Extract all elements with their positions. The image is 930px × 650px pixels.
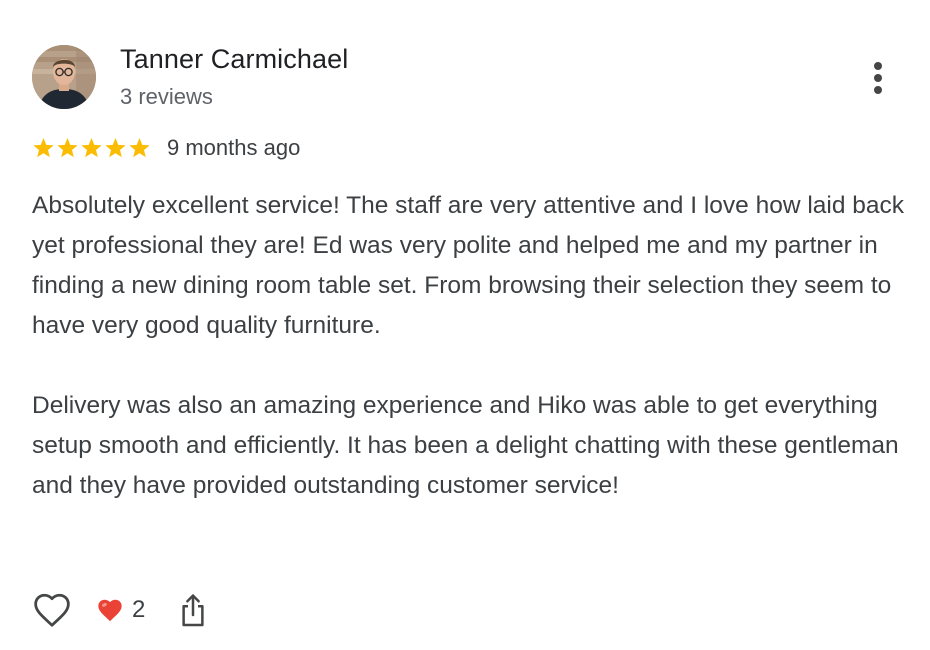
red-heart-icon [96,597,124,623]
rating-row: 9 months ago [32,134,300,162]
review-text: Absolutely excellent service! The staff … [32,186,912,506]
star-icon [128,137,151,159]
more-options-button[interactable] [856,56,900,100]
reaction-count: 2 [132,596,146,623]
heart-outline-icon [34,593,70,627]
like-button[interactable] [30,588,74,632]
heart-reaction[interactable]: 2 [96,596,145,624]
reviewer-avatar[interactable] [32,45,96,109]
review-card: Tanner Carmichael 3 reviews 9 months ago… [0,0,930,650]
star-icon [32,137,55,159]
share-icon [182,594,204,627]
reviewer-review-count[interactable]: 3 reviews [120,84,213,110]
star-icon [104,137,127,159]
review-paragraph: Delivery was also an amazing experience … [32,392,899,499]
star-rating [32,137,151,159]
share-button[interactable] [175,588,211,632]
review-paragraph: Absolutely excellent service! The staff … [32,192,905,339]
star-icon [80,137,103,159]
review-actions: 2 [30,588,211,632]
avatar-photo-icon [32,45,96,109]
star-icon [56,137,79,159]
reviewer-name[interactable]: Tanner Carmichael [120,44,348,75]
review-date: 9 months ago [167,135,301,160]
